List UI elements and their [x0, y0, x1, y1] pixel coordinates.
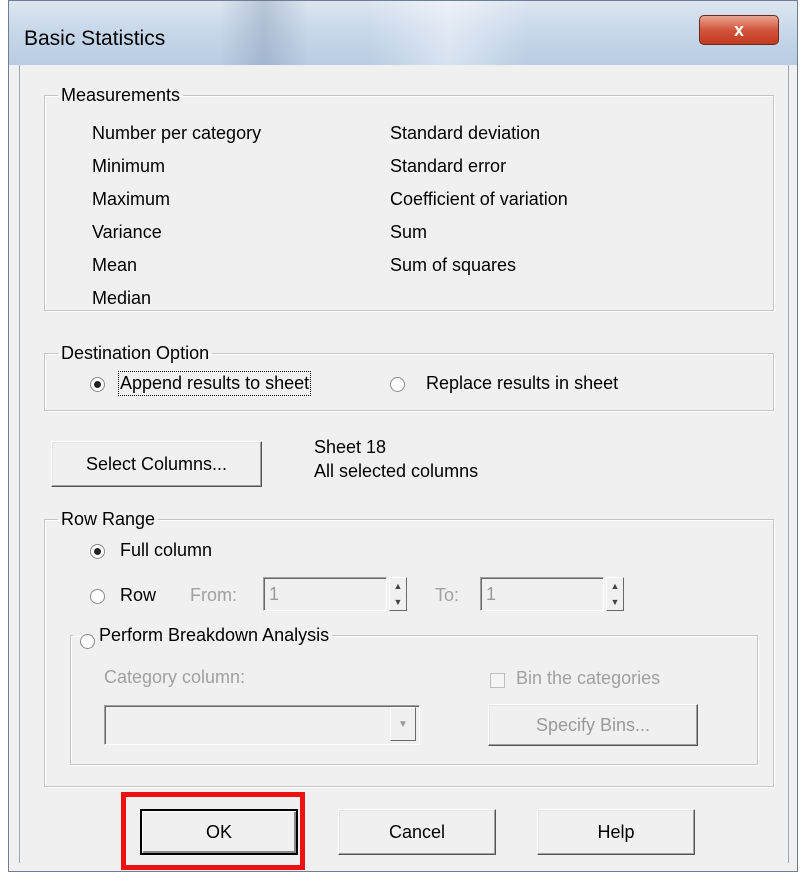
spin-down-icon[interactable]: ▼ [390, 594, 406, 610]
measurement-item: Sum [390, 222, 428, 242]
sheet-name: Sheet 18 [314, 437, 387, 457]
spin-down-icon[interactable]: ▼ [607, 594, 623, 610]
full-column-label[interactable]: Full column [120, 540, 212, 561]
measurements-legend: Measurements [61, 85, 181, 105]
measurement-item: Coefficient of variation [390, 189, 568, 209]
measurement-item: Variance [92, 222, 162, 242]
measurement-item: Standard error [390, 156, 507, 176]
from-stepper[interactable]: ▲ ▼ [389, 577, 407, 611]
bin-categories-checkbox[interactable] [490, 673, 505, 688]
measurement-item: Sum of squares [390, 255, 517, 275]
measurement-item: Maximum [92, 189, 171, 209]
measurement-item: Number per category [92, 123, 262, 143]
select-columns-button[interactable]: Select Columns... [51, 441, 262, 487]
row-radio[interactable] [90, 589, 105, 604]
spin-up-icon[interactable]: ▲ [607, 578, 623, 594]
measurement-item: Median [92, 288, 152, 308]
cancel-button[interactable]: Cancel [338, 809, 496, 855]
destination-option-legend: Destination Option [61, 343, 210, 363]
help-button[interactable]: Help [537, 809, 695, 855]
measurement-item: Standard deviation [390, 123, 541, 143]
spin-up-icon[interactable]: ▲ [390, 578, 406, 594]
close-button[interactable]: x [699, 15, 779, 45]
to-input[interactable]: 1 [480, 577, 604, 611]
replace-results-radio[interactable] [390, 377, 405, 392]
to-stepper[interactable]: ▲ ▼ [606, 577, 624, 611]
to-label: To: [435, 585, 460, 605]
title-bar[interactable]: Basic Statistics x [9, 1, 797, 65]
row-label[interactable]: Row [120, 585, 156, 606]
full-column-radio[interactable] [90, 544, 105, 559]
append-results-radio[interactable] [90, 377, 105, 392]
category-column-select[interactable] [104, 705, 420, 745]
replace-results-label[interactable]: Replace results in sheet [426, 373, 618, 394]
measurement-item: Mean [92, 255, 138, 275]
category-column-label: Category column: [104, 667, 246, 687]
close-icon: x [733, 20, 744, 40]
breakdown-legend[interactable]: Perform Breakdown Analysis [73, 625, 332, 645]
breakdown-radio[interactable] [80, 634, 95, 649]
basic-statistics-dialog: Basic Statistics x Measurements Number p… [8, 0, 798, 872]
ok-button[interactable]: OK [140, 809, 298, 855]
row-range-legend: Row Range [61, 509, 156, 529]
bin-categories-label[interactable]: Bin the categories [516, 668, 660, 689]
column-selection: All selected columns [314, 461, 479, 481]
measurement-item: Minimum [92, 156, 166, 176]
dialog-title: Basic Statistics [24, 27, 166, 50]
chevron-down-icon[interactable]: ▼ [390, 707, 416, 741]
specify-bins-button[interactable]: Specify Bins... [488, 704, 698, 746]
from-input[interactable]: 1 [263, 577, 387, 611]
dialog-body: Measurements Number per category Minimum… [19, 65, 789, 863]
from-label: From: [190, 585, 237, 605]
append-results-label[interactable]: Append results to sheet [117, 371, 312, 396]
